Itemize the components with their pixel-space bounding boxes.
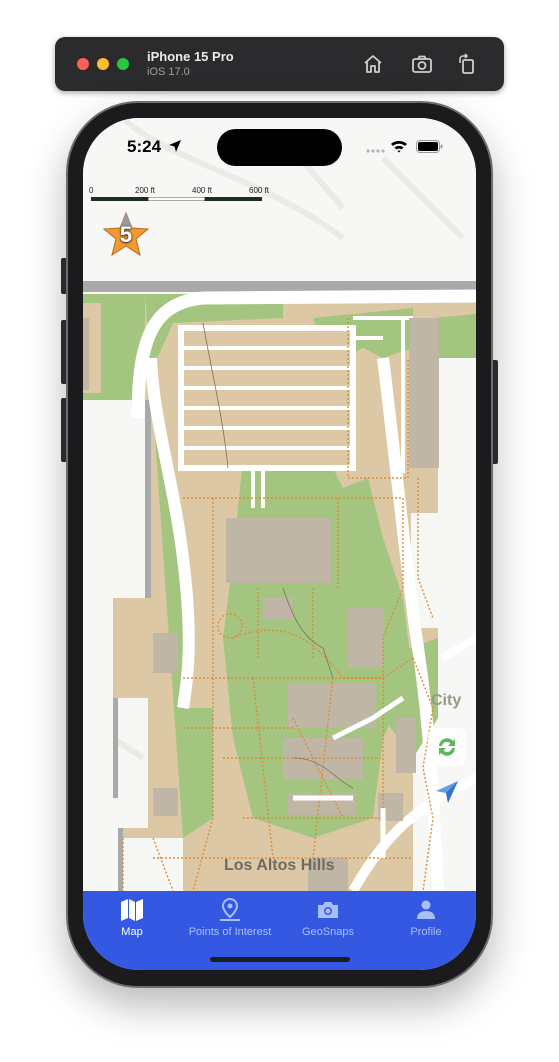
map-icon <box>121 899 143 921</box>
scale-label: 400 ft <box>192 186 213 195</box>
phone-screen: 5:24 0 200 ft 400 ft 600 ft 5 City Los A… <box>83 118 476 970</box>
camera-icon <box>318 902 338 918</box>
zoom-window-button[interactable] <box>117 58 129 70</box>
tab-label: GeoSnaps <box>302 926 354 938</box>
refresh-button[interactable] <box>428 728 466 766</box>
minimize-window-button[interactable] <box>97 58 109 70</box>
rotate-icon[interactable] <box>454 51 480 77</box>
wifi-icon <box>391 141 407 153</box>
location-pin-icon <box>220 897 240 921</box>
home-icon[interactable] <box>360 51 386 77</box>
navigation-arrow-icon[interactable] <box>433 778 461 806</box>
tab-label: Profile <box>410 926 442 938</box>
status-time: 5:24 <box>127 137 162 156</box>
level-star-badge[interactable]: 5 <box>101 211 151 259</box>
place-label-city: City <box>431 692 462 709</box>
level-number: 5 <box>119 222 133 247</box>
os-version: iOS 17.0 <box>147 66 190 78</box>
tab-label: Points of Interest <box>188 926 272 938</box>
tab-geosnaps[interactable]: GeoSnaps <box>279 897 377 938</box>
tab-label: Map <box>121 926 143 938</box>
place-label-los-altos-hills: Los Altos Hills <box>224 857 335 874</box>
scale-label: 600 ft <box>249 186 270 195</box>
tab-bar: Map Points of Interest GeoSnaps Profile <box>83 891 476 970</box>
signal-dots-icon <box>366 149 385 153</box>
screenshot-icon[interactable] <box>409 51 435 77</box>
tab-profile[interactable]: Profile <box>377 897 475 938</box>
battery-icon <box>416 140 443 153</box>
dynamic-island <box>217 129 342 166</box>
person-icon <box>417 900 435 919</box>
scale-label: 200 ft <box>135 186 156 195</box>
home-indicator[interactable] <box>210 957 350 962</box>
scale-label: 0 <box>89 186 94 195</box>
refresh-icon <box>439 738 455 756</box>
tab-points-of-interest[interactable]: Points of Interest <box>181 897 279 938</box>
scale-bar <box>91 197 262 201</box>
tab-map[interactable]: Map <box>83 897 181 938</box>
simulator-toolbar: iPhone 15 Pro iOS 17.0 <box>55 37 504 91</box>
location-arrow-icon <box>169 140 181 152</box>
device-name: iPhone 15 Pro <box>147 49 234 64</box>
close-window-button[interactable] <box>77 58 89 70</box>
